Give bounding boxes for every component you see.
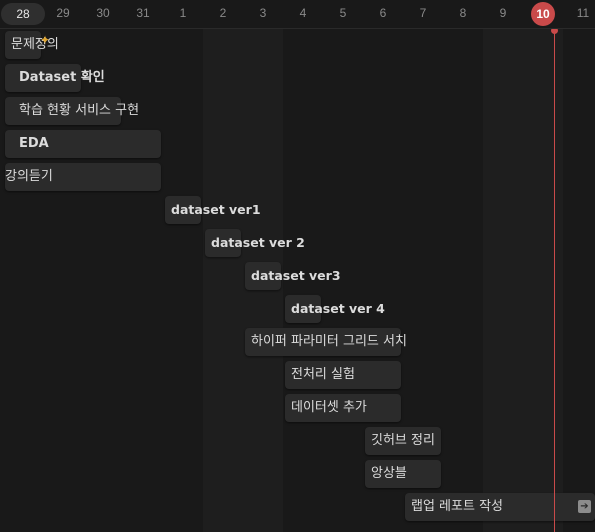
day-label[interactable]: 8 <box>443 0 483 28</box>
timeline-header: 28 29 30 31 1 2 3 4 5 6 7 8 9 10 11 <box>0 0 595 29</box>
day-label[interactable]: 4 <box>283 0 323 28</box>
task-label: 앙상블 <box>371 466 407 481</box>
task-label: 깃허브 정리 <box>371 433 435 448</box>
day-label[interactable]: 5 <box>323 0 363 28</box>
day-label[interactable]: 30 <box>83 0 123 28</box>
task-title: 문제정의 <box>11 37 59 52</box>
task-label: 강의듣기 <box>5 169 53 184</box>
task-label: 하이퍼 파라미터 그리드 서치 <box>251 334 407 349</box>
day-label[interactable]: 29 <box>43 0 83 28</box>
task-label: 전처리 실험 <box>291 367 355 382</box>
day-label[interactable]: 7 <box>403 0 443 28</box>
task-label: 문제정의 <box>11 31 59 59</box>
day-label[interactable]: 6 <box>363 0 403 28</box>
weekend-shade <box>483 29 563 532</box>
open-arrow-icon[interactable]: ➔ <box>578 500 591 513</box>
day-label[interactable]: 31 <box>123 0 163 28</box>
day-label[interactable]: 3 <box>243 0 283 28</box>
task-label: dataset ver1 <box>171 202 261 217</box>
day-label[interactable]: 1 <box>163 0 203 28</box>
today-line <box>554 29 555 532</box>
task-label: dataset ver 2 <box>211 235 305 250</box>
today-label: 10 <box>531 2 555 26</box>
task-label: 학습 현황 서비스 구현 <box>19 103 140 118</box>
sparkle-icon: ✦ <box>40 33 51 47</box>
today-marker[interactable]: 10 <box>523 0 563 28</box>
task-label: dataset ver 4 <box>291 301 385 316</box>
task-label: 데이터셋 추가 <box>291 400 367 415</box>
day-label[interactable]: 28 <box>1 3 45 25</box>
day-label[interactable]: 2 <box>203 0 243 28</box>
task-label: dataset ver3 <box>251 268 341 283</box>
task-label: EDA <box>19 136 49 151</box>
day-label[interactable]: 9 <box>483 0 523 28</box>
day-label[interactable]: 11 <box>563 0 595 28</box>
task-label: 랩업 레포트 작성 <box>411 499 503 514</box>
task-label: Dataset 확인 <box>19 70 105 85</box>
